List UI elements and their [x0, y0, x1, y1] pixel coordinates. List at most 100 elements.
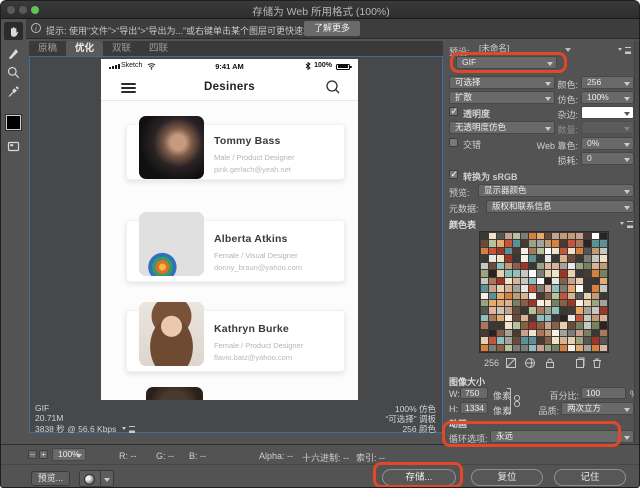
color-swatch[interactable]: [521, 322, 528, 328]
color-swatch[interactable]: [600, 233, 607, 239]
color-swatch[interactable]: [576, 293, 583, 299]
color-swatch[interactable]: [521, 270, 528, 276]
color-swatch[interactable]: [552, 263, 559, 269]
color-swatch[interactable]: [576, 322, 583, 328]
color-swatch[interactable]: [552, 293, 559, 299]
zoom-out-button[interactable]: −: [28, 450, 37, 459]
color-swatch[interactable]: [545, 270, 552, 276]
color-swatch[interactable]: [481, 337, 488, 343]
color-swatch[interactable]: [505, 330, 512, 336]
color-swatch[interactable]: [505, 322, 512, 328]
color-swatch[interactable]: [521, 345, 528, 351]
color-swatch[interactable]: [545, 300, 552, 306]
save-button[interactable]: 存储...: [382, 469, 456, 486]
reset-button[interactable]: 复位: [471, 469, 543, 486]
color-swatch[interactable]: [600, 285, 607, 291]
color-swatch[interactable]: [545, 322, 552, 328]
color-swatch[interactable]: [497, 278, 504, 284]
color-swatch[interactable]: [592, 330, 599, 336]
color-swatch[interactable]: [560, 293, 567, 299]
color-swatch[interactable]: [545, 248, 552, 254]
color-swatch[interactable]: [481, 322, 488, 328]
color-swatch[interactable]: [552, 300, 559, 306]
color-swatch[interactable]: [576, 307, 583, 313]
color-swatch[interactable]: [529, 330, 536, 336]
color-swatch[interactable]: [497, 293, 504, 299]
color-swatch[interactable]: [545, 315, 552, 321]
color-swatch[interactable]: [552, 255, 559, 261]
color-swatch[interactable]: [521, 240, 528, 246]
color-swatch[interactable]: [489, 337, 496, 343]
color-swatch[interactable]: [592, 293, 599, 299]
color-swatch[interactable]: [521, 315, 528, 321]
color-swatch[interactable]: [521, 307, 528, 313]
color-swatch[interactable]: [529, 307, 536, 313]
color-swatch[interactable]: [568, 285, 575, 291]
color-swatch[interactable]: [600, 345, 607, 351]
color-swatch[interactable]: [505, 233, 512, 239]
color-swatch[interactable]: [576, 330, 583, 336]
color-swatch[interactable]: [568, 330, 575, 336]
color-swatch[interactable]: [489, 278, 496, 284]
color-swatch[interactable]: [568, 270, 575, 276]
color-swatch[interactable]: [497, 285, 504, 291]
color-swatch[interactable]: [560, 270, 567, 276]
color-swatch[interactable]: [560, 255, 567, 261]
color-swatch[interactable]: [537, 337, 544, 343]
dither-amount-select[interactable]: 100%: [581, 91, 634, 104]
color-swatch[interactable]: [537, 345, 544, 351]
color-swatch[interactable]: [481, 300, 488, 306]
color-swatch[interactable]: [537, 300, 544, 306]
color-swatch[interactable]: [529, 248, 536, 254]
color-swatch[interactable]: [552, 248, 559, 254]
color-swatch[interactable]: [584, 337, 591, 343]
color-swatch[interactable]: [560, 233, 567, 239]
color-swatch[interactable]: [600, 278, 607, 284]
color-swatch[interactable]: [505, 270, 512, 276]
color-swatch[interactable]: [584, 255, 591, 261]
color-swatch[interactable]: [513, 322, 520, 328]
color-swatch[interactable]: [529, 240, 536, 246]
color-swatch[interactable]: [521, 285, 528, 291]
color-swatch[interactable]: [513, 263, 520, 269]
color-swatch[interactable]: [521, 263, 528, 269]
delete-color-icon[interactable]: [591, 356, 603, 368]
color-swatch[interactable]: [552, 330, 559, 336]
color-swatch[interactable]: [568, 307, 575, 313]
color-swatch[interactable]: [545, 345, 552, 351]
color-swatch[interactable]: [505, 248, 512, 254]
browser-select-chevron[interactable]: [101, 470, 114, 487]
color-swatch[interactable]: [505, 278, 512, 284]
color-swatch[interactable]: [521, 330, 528, 336]
color-swatch[interactable]: [592, 255, 599, 261]
color-swatch[interactable]: [513, 255, 520, 261]
color-swatch[interactable]: [568, 322, 575, 328]
preview-menu-icon[interactable]: [122, 424, 135, 433]
color-swatch[interactable]: [592, 300, 599, 306]
color-swatch[interactable]: [568, 315, 575, 321]
color-swatch[interactable]: [489, 322, 496, 328]
color-swatch[interactable]: [513, 307, 520, 313]
color-swatch[interactable]: [592, 278, 599, 284]
color-swatch[interactable]: [600, 240, 607, 246]
preset-select[interactable]: [未命名]: [474, 43, 574, 56]
color-swatch[interactable]: [537, 270, 544, 276]
color-swatch[interactable]: [489, 315, 496, 321]
color-swatch[interactable]: [576, 270, 583, 276]
height-field[interactable]: 1334: [460, 402, 488, 414]
color-swatch[interactable]: [600, 322, 607, 328]
color-swatch[interactable]: [568, 345, 575, 351]
color-swatch[interactable]: [489, 330, 496, 336]
color-swatch[interactable]: [560, 307, 567, 313]
color-swatch[interactable]: [584, 293, 591, 299]
tab-original[interactable]: 原稿: [29, 41, 66, 56]
color-swatch[interactable]: [584, 285, 591, 291]
color-swatch[interactable]: [537, 278, 544, 284]
color-swatch[interactable]: [513, 285, 520, 291]
color-swatch[interactable]: [568, 337, 575, 343]
color-swatch[interactable]: [545, 263, 552, 269]
color-swatch[interactable]: [560, 285, 567, 291]
color-swatch[interactable]: [489, 293, 496, 299]
color-swatch[interactable]: [552, 278, 559, 284]
color-swatch[interactable]: [592, 337, 599, 343]
